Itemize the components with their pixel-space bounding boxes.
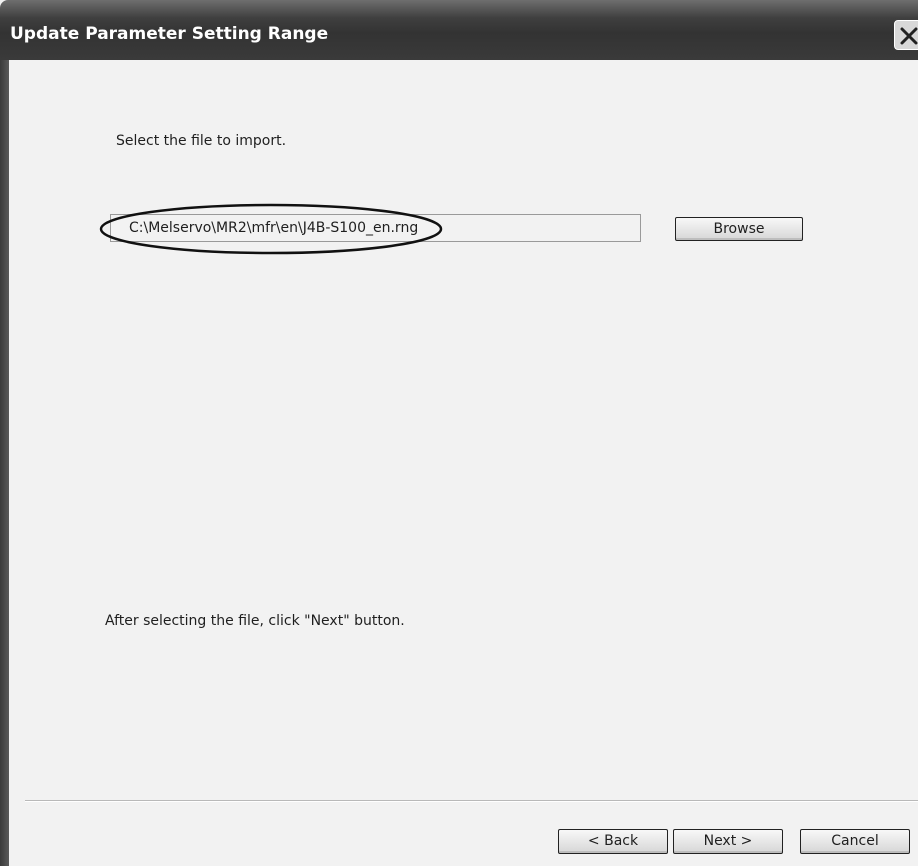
window-title: Update Parameter Setting Range [10,24,329,44]
dialog-window: Update Parameter Setting Range Select th… [0,0,918,866]
instruction-label: Select the file to import. [116,133,287,149]
file-path-field[interactable] [110,214,641,242]
browse-button[interactable]: Browse [675,217,803,241]
cancel-button[interactable]: Cancel [800,829,910,854]
dialog-content [9,60,918,866]
back-button[interactable]: < Back [558,829,668,854]
window-frame-left [0,60,9,866]
footer-separator [25,800,918,802]
close-button[interactable] [894,20,918,50]
close-icon [900,27,918,45]
next-button[interactable]: Next > [673,829,783,854]
title-bar[interactable]: Update Parameter Setting Range [0,0,918,60]
hint-label: After selecting the file, click "Next" b… [105,613,405,629]
